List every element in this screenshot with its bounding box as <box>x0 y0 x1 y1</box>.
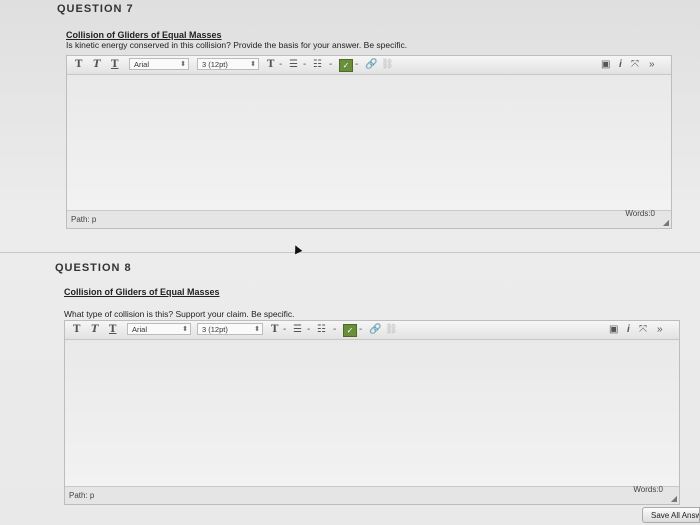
question-7-heading: QUESTION 7 <box>57 3 134 15</box>
font-family-value: Arial <box>134 60 150 69</box>
bullet-list-dropdown[interactable]: - <box>307 324 310 335</box>
unlink-icon[interactable]: ⛓ <box>385 324 398 335</box>
editor-statusbar: Path: p Words:0 ◢ <box>65 485 679 504</box>
font-size-value: 3 (12pt) <box>202 60 228 69</box>
expand-toolbar-icon[interactable]: » <box>657 324 663 335</box>
underline-button[interactable]: T <box>111 59 118 70</box>
select-arrow-icon: ⬍ <box>182 326 188 333</box>
spellcheck-dropdown[interactable]: - <box>355 59 358 70</box>
word-count: Words:0 <box>633 485 663 494</box>
font-family-value: Arial <box>132 325 148 334</box>
link-icon[interactable]: 🔗 <box>365 59 377 70</box>
save-all-answers-button[interactable]: Save All Answers <box>642 507 700 523</box>
text-color-dropdown[interactable]: - <box>279 59 282 70</box>
question-8-title: Collision of Gliders of Equal Masses <box>64 287 220 297</box>
editor-toolbar: T T T Arial ⬍ 3 (12pt) ⬍ T - ☰ - ☷ - ✓ - 🔗… <box>65 321 679 340</box>
fullscreen-icon[interactable]: ⤧ <box>639 324 647 335</box>
question-8-editor: T T T Arial ⬍ 3 (12pt) ⬍ T - ☰ - ☷ - ✓ - 🔗… <box>64 320 680 505</box>
font-size-select[interactable]: 3 (12pt) ⬍ <box>197 323 263 335</box>
word-count: Words:0 <box>625 209 655 218</box>
question-divider <box>0 252 700 253</box>
question-7-prompt: Is kinetic energy conserved in this coll… <box>66 40 408 50</box>
bullet-list-dropdown[interactable]: - <box>303 59 306 70</box>
question-7-title: Collision of Gliders of Equal Masses <box>66 30 222 40</box>
answer-text-area[interactable] <box>67 75 671 210</box>
underline-button[interactable]: T <box>109 324 116 335</box>
font-size-value: 3 (12pt) <box>202 325 228 334</box>
bullet-list-icon[interactable]: ☰ <box>293 324 302 335</box>
editor-toolbar: T T T Arial ⬍ 3 (12pt) ⬍ T - ☰ - ☷ - ✓ - 🔗… <box>67 56 671 75</box>
unlink-icon[interactable]: ⛓ <box>381 59 394 70</box>
editor-statusbar: Path: p Words:0 ◢ <box>67 209 671 228</box>
answer-text-area[interactable] <box>65 340 679 486</box>
resize-handle-icon[interactable]: ◢ <box>663 218 669 227</box>
select-arrow-icon: ⬍ <box>254 326 260 333</box>
numbered-list-dropdown[interactable]: - <box>329 59 332 70</box>
spellcheck-icon[interactable]: ✓ <box>343 324 357 337</box>
preview-icon[interactable]: ▣ <box>609 324 618 335</box>
bold-button[interactable]: T <box>73 324 80 335</box>
question-8-heading: QUESTION 8 <box>55 262 132 274</box>
question-7-editor: T T T Arial ⬍ 3 (12pt) ⬍ T - ☰ - ☷ - ✓ - 🔗… <box>66 55 672 229</box>
bold-button[interactable]: T <box>75 59 82 70</box>
link-icon[interactable]: 🔗 <box>369 324 381 335</box>
text-color-button[interactable]: T <box>267 59 274 70</box>
bullet-list-icon[interactable]: ☰ <box>289 59 298 70</box>
info-icon[interactable]: i <box>627 324 630 335</box>
font-family-select[interactable]: Arial ⬍ <box>129 58 189 70</box>
italic-button[interactable]: T <box>93 59 100 70</box>
text-color-dropdown[interactable]: - <box>283 324 286 335</box>
select-arrow-icon: ⬍ <box>180 61 186 68</box>
path-indicator: Path: p <box>69 491 95 500</box>
resize-handle-icon[interactable]: ◢ <box>671 494 677 503</box>
fullscreen-icon[interactable]: ⤧ <box>631 59 639 70</box>
expand-toolbar-icon[interactable]: » <box>649 59 655 70</box>
info-icon[interactable]: i <box>619 59 622 70</box>
preview-icon[interactable]: ▣ <box>601 59 610 70</box>
spellcheck-icon[interactable]: ✓ <box>339 59 353 72</box>
italic-button[interactable]: T <box>91 324 98 335</box>
question-8-prompt: What type of collision is this? Support … <box>64 309 295 319</box>
numbered-list-dropdown[interactable]: - <box>333 324 336 335</box>
font-family-select[interactable]: Arial ⬍ <box>127 323 191 335</box>
numbered-list-icon[interactable]: ☷ <box>313 59 322 70</box>
spellcheck-dropdown[interactable]: - <box>359 324 362 335</box>
select-arrow-icon: ⬍ <box>250 61 256 68</box>
text-color-button[interactable]: T <box>271 324 278 335</box>
font-size-select[interactable]: 3 (12pt) ⬍ <box>197 58 259 70</box>
numbered-list-icon[interactable]: ☷ <box>317 324 326 335</box>
path-indicator: Path: p <box>71 215 97 224</box>
